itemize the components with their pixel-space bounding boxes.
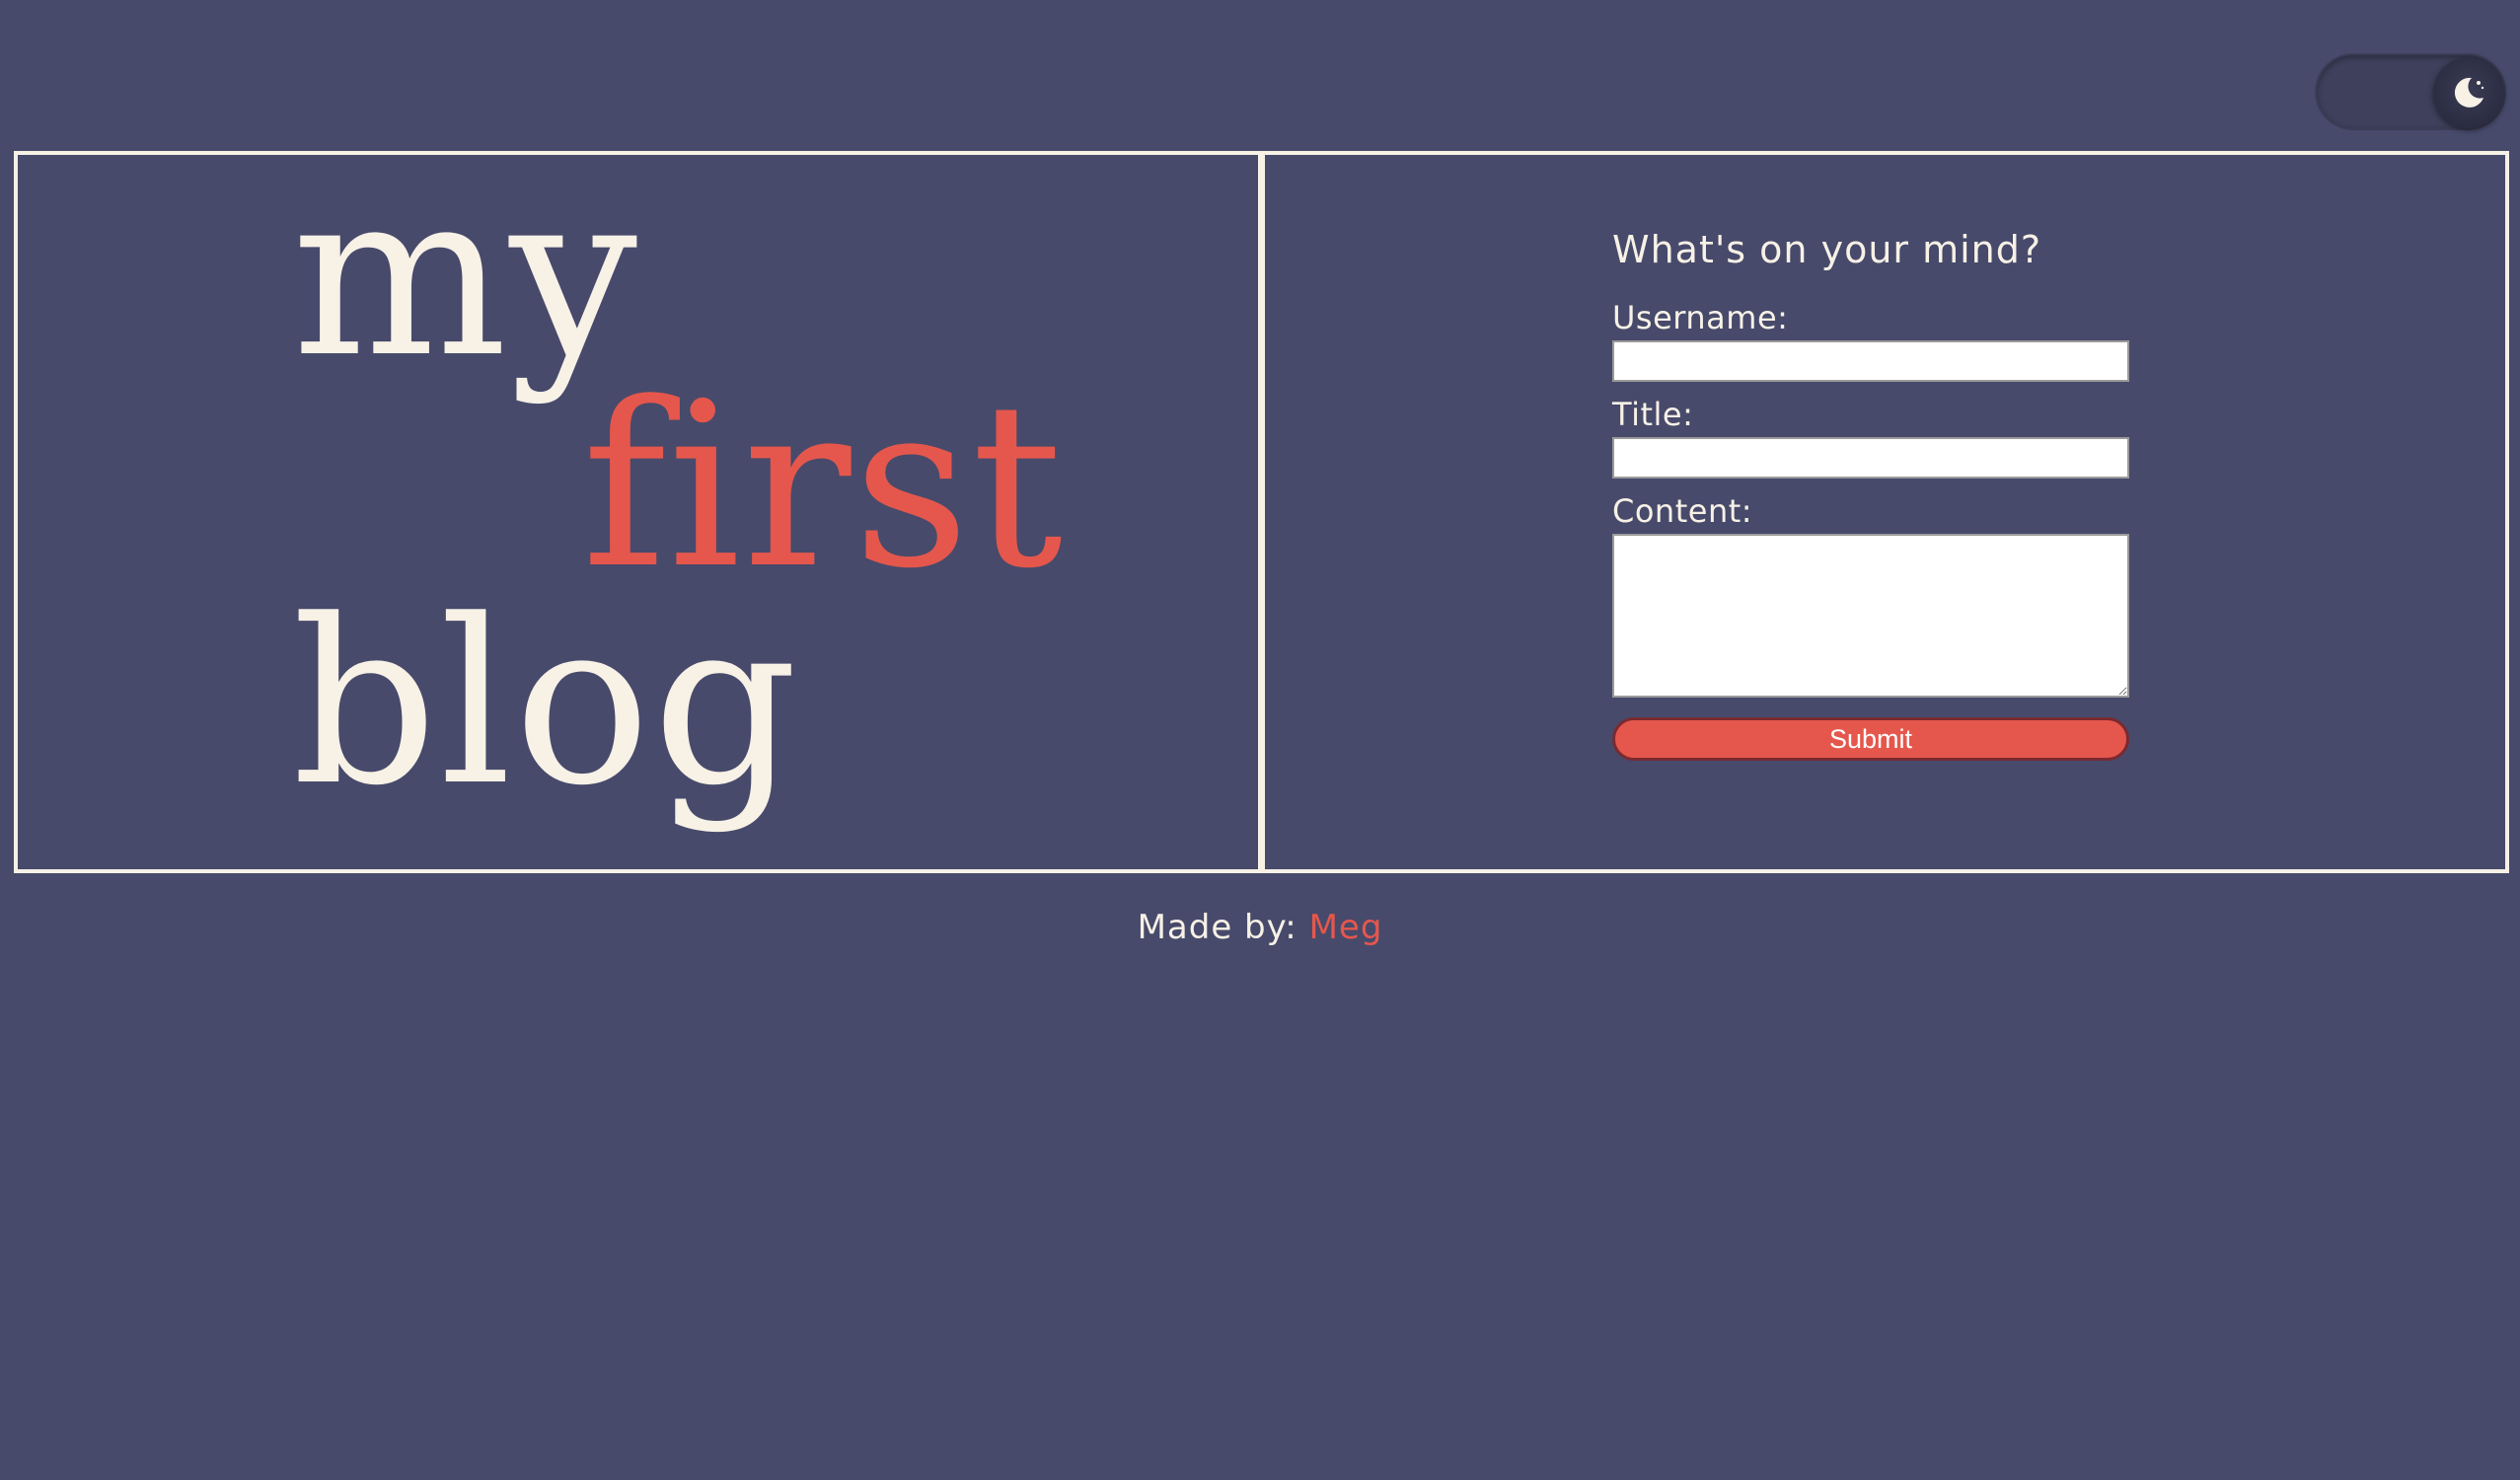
- theme-toggle-knob[interactable]: [2433, 57, 2504, 128]
- title-label: Title:: [1612, 396, 1694, 433]
- title-input[interactable]: [1612, 437, 2129, 479]
- hero-word-first: first: [582, 355, 1066, 619]
- footer: Made by: Meg: [0, 908, 2520, 947]
- post-form: What's on your mind? Username: Title: Co…: [1612, 228, 2129, 761]
- main-frame: my first blog What's on your mind? Usern…: [14, 151, 2509, 873]
- username-input[interactable]: [1612, 340, 2129, 382]
- content-label: Content:: [1612, 492, 1753, 530]
- footer-author: Meg: [1308, 908, 1383, 947]
- moon-icon: [2454, 77, 2484, 108]
- post-form-panel: What's on your mind? Username: Title: Co…: [1265, 155, 2505, 869]
- theme-toggle[interactable]: [2315, 53, 2506, 130]
- submit-button[interactable]: Submit: [1612, 717, 2129, 761]
- footer-prefix: Made by:: [1137, 908, 1297, 947]
- form-heading: What's on your mind?: [1612, 228, 2042, 271]
- hero-panel: my first blog: [18, 155, 1265, 869]
- username-label: Username:: [1612, 299, 1789, 336]
- content-textarea[interactable]: [1612, 534, 2129, 698]
- hero-word-blog: blog: [292, 572, 800, 836]
